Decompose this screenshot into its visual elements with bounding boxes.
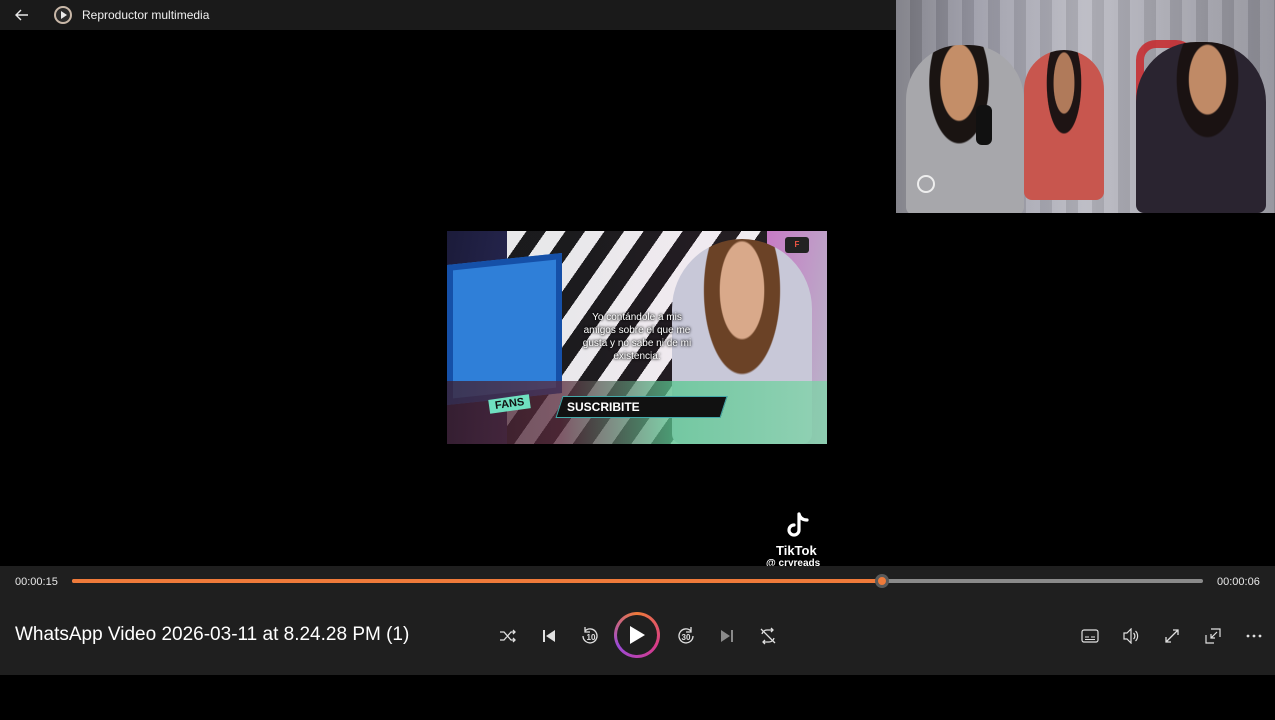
subtitles-button[interactable] bbox=[1076, 622, 1104, 650]
badge-circle-icon bbox=[917, 175, 935, 193]
webcam-overlay bbox=[896, 0, 1275, 213]
back-button[interactable] bbox=[0, 0, 44, 30]
shuffle-button[interactable] bbox=[494, 622, 522, 650]
play-button-inner bbox=[617, 615, 657, 655]
watermark-handle: @ cryreads bbox=[766, 558, 821, 566]
tiktok-icon bbox=[787, 512, 809, 537]
fullscreen-button[interactable] bbox=[1158, 622, 1186, 650]
channel-logo: F bbox=[785, 237, 809, 253]
back-arrow-icon bbox=[15, 9, 28, 21]
volume-button[interactable] bbox=[1117, 622, 1145, 650]
rewind-button[interactable]: 10 bbox=[576, 622, 604, 650]
app-title: Reproductor multimedia bbox=[82, 8, 210, 22]
forward-icon: 30 bbox=[678, 627, 694, 644]
previous-button[interactable] bbox=[535, 622, 563, 650]
microphone bbox=[976, 105, 992, 145]
fullscreen-icon bbox=[1165, 629, 1179, 643]
rewind-seconds: 10 bbox=[587, 633, 596, 642]
title-bar: Reproductor multimedia bbox=[0, 0, 896, 30]
watermark-brand: TikTok bbox=[776, 543, 817, 558]
play-icon bbox=[630, 626, 645, 644]
video-title: WhatsApp Video 2026-03-11 at 8.24.28 PM … bbox=[15, 624, 410, 645]
rewind-icon: 10 bbox=[582, 627, 598, 644]
next-icon bbox=[721, 630, 733, 642]
shuffle-icon bbox=[500, 629, 516, 643]
next-button[interactable] bbox=[713, 622, 741, 650]
clip-caption: Yo contándole a mis amigos sobre el que … bbox=[582, 312, 692, 362]
volume-icon bbox=[1123, 628, 1139, 644]
repeat-off-icon bbox=[760, 627, 776, 645]
remaining-time: 00:00:06 bbox=[1217, 576, 1260, 588]
forward-button[interactable]: 30 bbox=[672, 622, 700, 650]
repeat-button[interactable] bbox=[754, 622, 782, 650]
play-button[interactable] bbox=[614, 612, 660, 658]
webcam-badge bbox=[906, 175, 946, 203]
seek-bar[interactable] bbox=[72, 574, 1203, 588]
previous-icon bbox=[543, 630, 555, 642]
bottom-strip bbox=[0, 675, 1275, 720]
seek-bar-fill bbox=[72, 579, 882, 583]
subtitles-icon bbox=[1081, 629, 1099, 643]
more-options-icon bbox=[1246, 634, 1262, 638]
mini-player-icon bbox=[1205, 628, 1221, 644]
embedded-clip: Yo contándole a mis amigos sobre el que … bbox=[447, 231, 827, 444]
forward-seconds: 30 bbox=[682, 633, 691, 642]
mini-player-button[interactable] bbox=[1199, 622, 1227, 650]
elapsed-time: 00:00:15 bbox=[15, 576, 58, 588]
media-player-icon bbox=[54, 6, 72, 24]
webcam-person-right bbox=[1136, 42, 1266, 213]
more-options-button[interactable] bbox=[1240, 622, 1268, 650]
subscribe-text: SUSCRIBITE bbox=[567, 400, 640, 414]
webcam-person-center bbox=[1024, 50, 1104, 200]
seek-thumb[interactable] bbox=[874, 574, 889, 588]
